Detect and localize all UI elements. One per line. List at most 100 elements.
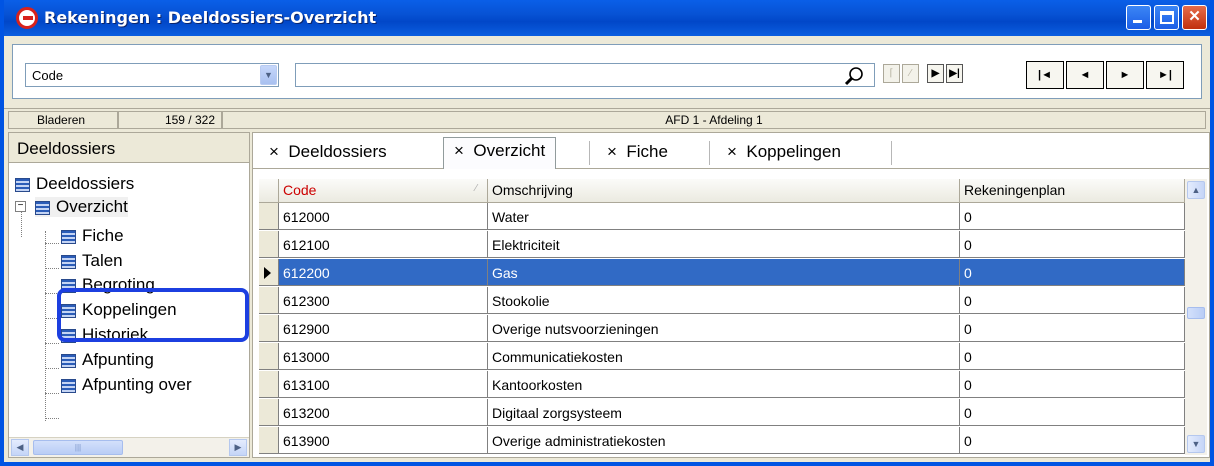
minimize-button[interactable] [1126, 5, 1151, 30]
form-icon [61, 229, 76, 244]
close-button[interactable]: ✕ [1182, 5, 1207, 30]
tab-close-icon[interactable]: × [454, 141, 464, 160]
browse-mode: Bladeren [8, 111, 118, 129]
previous-record-button[interactable]: ◄ [1066, 61, 1104, 89]
search-icon[interactable] [844, 66, 864, 86]
tab-fiche[interactable]: × Fiche [597, 139, 678, 167]
cell-omschrijving[interactable]: Stookolie [488, 287, 960, 314]
scroll-thumb[interactable]: ||| [33, 440, 123, 455]
tree-item-afpunting-over[interactable]: Afpunting over [61, 375, 192, 395]
tab-deeldossiers[interactable]: × Deeldossiers [259, 139, 397, 167]
tree-item-fiche[interactable]: Fiche [61, 226, 124, 246]
tab-koppelingen[interactable]: × Koppelingen [717, 139, 851, 167]
horizontal-scrollbar[interactable]: ◀ ||| ▶ [9, 437, 249, 457]
row-indicator[interactable] [259, 287, 279, 314]
current-row-arrow-icon [264, 267, 271, 279]
table-row[interactable]: 613200 Digitaal zorgsysteem 0 [259, 399, 1185, 426]
cell-code[interactable]: 613900 [279, 427, 488, 454]
row-indicator[interactable] [259, 399, 279, 426]
cell-rekeningenplan[interactable]: 0 [960, 371, 1185, 398]
table-row[interactable]: 612000 Water 0 [259, 203, 1185, 230]
toolbar: Code ▼ ⌈ ⁄ ▶ ▶| |◄ ◄ ► ►| [4, 36, 1210, 108]
field-select[interactable]: Code ▼ [25, 63, 279, 87]
table-row[interactable]: 612300 Stookolie 0 [259, 287, 1185, 314]
row-indicator[interactable] [259, 371, 279, 398]
table-row[interactable]: 613900 Overige administratiekosten 0 [259, 427, 1185, 454]
play-last-icon[interactable]: ▶| [946, 64, 963, 83]
scroll-down-icon[interactable]: ▼ [1187, 435, 1205, 453]
cell-code[interactable]: 613000 [279, 343, 488, 370]
tab-close-icon[interactable]: × [727, 142, 737, 161]
cell-rekeningenplan[interactable]: 0 [960, 203, 1185, 230]
cell-code[interactable]: 612300 [279, 287, 488, 314]
cell-code[interactable]: 612100 [279, 231, 488, 258]
column-header-omschrijving[interactable]: Omschrijving [488, 179, 960, 203]
tree-connector [45, 268, 59, 269]
chevron-down-icon[interactable]: ▼ [260, 65, 277, 85]
row-indicator[interactable] [259, 343, 279, 370]
search-input[interactable] [295, 63, 875, 87]
row-indicator[interactable] [259, 427, 279, 454]
cell-rekeningenplan[interactable]: 0 [960, 427, 1185, 454]
cell-omschrijving[interactable]: Communicatiekosten [488, 343, 960, 370]
main-panel: × Deeldossiers × Overzicht × Fiche × Kop… [252, 132, 1210, 458]
cell-omschrijving[interactable]: Digitaal zorgsysteem [488, 399, 960, 426]
cell-omschrijving[interactable]: Gas [488, 259, 960, 286]
row-indicator[interactable] [259, 259, 279, 286]
scroll-right-icon[interactable]: ▶ [229, 439, 247, 456]
table-row[interactable]: 612200 Gas 0 [259, 259, 1185, 286]
cell-code[interactable]: 612200 [279, 259, 488, 286]
tree-item-deeldossiers[interactable]: Deeldossiers [15, 174, 134, 194]
cell-rekeningenplan[interactable]: 0 [960, 399, 1185, 426]
row-indicator[interactable] [259, 231, 279, 258]
tab-close-icon[interactable]: × [607, 142, 617, 161]
sidebar: Deeldossiers Deeldossiers − Overzicht Fi… [8, 132, 250, 458]
cell-omschrijving[interactable]: Kantoorkosten [488, 371, 960, 398]
record-edit-icon[interactable]: ⁄ [902, 64, 919, 83]
cell-rekeningenplan[interactable]: 0 [960, 231, 1185, 258]
tree-item-label: Afpunting over [82, 375, 192, 394]
vertical-scrollbar[interactable]: ▲ ▼ [1185, 179, 1207, 455]
cell-omschrijving[interactable]: Water [488, 203, 960, 230]
row-indicator[interactable] [259, 203, 279, 230]
record-edit-first-icon[interactable]: ⌈ [883, 64, 900, 83]
cell-code[interactable]: 612000 [279, 203, 488, 230]
tab-close-icon[interactable]: × [269, 142, 279, 161]
toolbar-panel: Code ▼ ⌈ ⁄ ▶ ▶| [12, 44, 1202, 99]
cell-omschrijving[interactable]: Elektriciteit [488, 231, 960, 258]
row-indicator[interactable] [259, 315, 279, 342]
scroll-up-icon[interactable]: ▲ [1187, 181, 1205, 199]
cell-rekeningenplan[interactable]: 0 [960, 287, 1185, 314]
table-row[interactable]: 613100 Kantoorkosten 0 [259, 371, 1185, 398]
cell-omschrijving[interactable]: Overige nutsvoorzieningen [488, 315, 960, 342]
table-row[interactable]: 612100 Elektriciteit 0 [259, 231, 1185, 258]
scroll-left-icon[interactable]: ◀ [11, 439, 29, 456]
title-bar[interactable]: Rekeningen : Deeldossiers-Overzicht ✕ [4, 0, 1210, 36]
tree-item-talen[interactable]: Talen [61, 251, 123, 271]
tree-item-overzicht[interactable]: Overzicht [35, 197, 128, 217]
table-row[interactable]: 612900 Overige nutsvoorzieningen 0 [259, 315, 1185, 342]
column-header-rekeningenplan[interactable]: Rekeningenplan [960, 179, 1185, 203]
data-grid: Code ⁄ Omschrijving Rekeningenplan 61200… [259, 179, 1185, 455]
close-icon: ✕ [1188, 8, 1201, 25]
next-record-button[interactable]: ► [1106, 61, 1144, 89]
cell-code[interactable]: 613200 [279, 399, 488, 426]
play-next-icon[interactable]: ▶ [927, 64, 944, 83]
table-row[interactable]: 613000 Communicatiekosten 0 [259, 343, 1185, 370]
maximize-button[interactable] [1154, 5, 1179, 30]
tab-overzicht[interactable]: × Overzicht [443, 137, 557, 169]
cell-rekeningenplan[interactable]: 0 [960, 315, 1185, 342]
cell-code[interactable]: 612900 [279, 315, 488, 342]
cell-omschrijving[interactable]: Overige administratiekosten [488, 427, 960, 454]
tab-label: Fiche [626, 142, 668, 161]
cell-rekeningenplan[interactable]: 0 [960, 259, 1185, 286]
cell-code[interactable]: 613100 [279, 371, 488, 398]
collapse-toggle[interactable]: − [15, 201, 26, 212]
cell-rekeningenplan[interactable]: 0 [960, 343, 1185, 370]
last-record-button[interactable]: ►| [1146, 61, 1184, 89]
column-header-code[interactable]: Code ⁄ [279, 179, 488, 203]
tree-item-afpunting[interactable]: Afpunting [61, 350, 154, 370]
scroll-thumb[interactable] [1187, 307, 1205, 319]
first-record-button[interactable]: |◄ [1026, 61, 1064, 89]
grid-header: Code ⁄ Omschrijving Rekeningenplan [259, 179, 1185, 203]
